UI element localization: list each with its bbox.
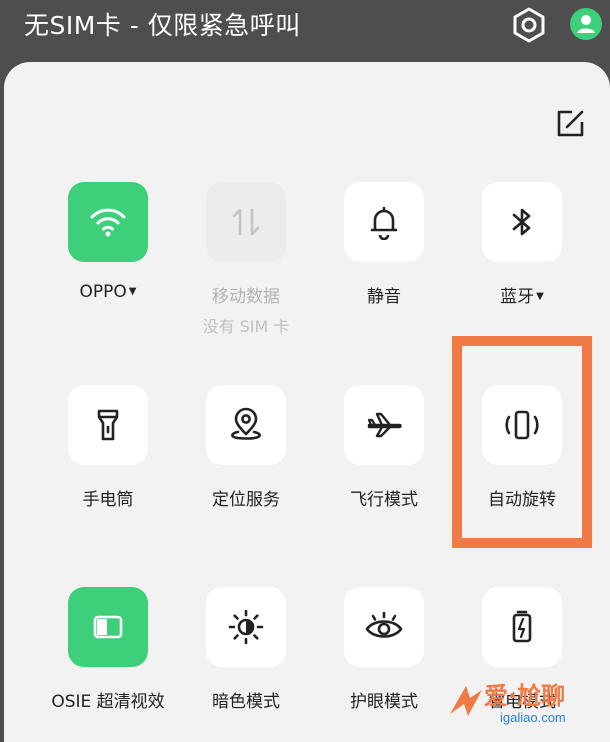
dark-mode-toggle[interactable] [206,587,286,667]
tile-label: 静音 [367,287,401,307]
tile-label: 移动数据 [212,287,280,307]
tile-location[interactable]: 定位服务 [176,385,316,535]
tile-label: 手电筒 [82,490,134,510]
edit-icon[interactable] [552,106,588,142]
dropdown-caret-icon[interactable]: ▼ [536,291,544,302]
osie-toggle[interactable] [68,587,148,667]
tile-label: 护眼模式 [350,692,418,712]
tile-mobile-data[interactable]: 移动数据 没有 SIM 卡 [176,182,316,336]
airplane-toggle[interactable] [344,385,424,465]
wifi-icon [90,208,126,237]
bell-icon [370,206,398,240]
airplane-icon [367,412,402,438]
tile-mute[interactable]: 静音 [314,182,454,332]
mute-toggle[interactable] [344,182,424,262]
gear-icon[interactable] [510,6,548,44]
wifi-toggle[interactable] [68,182,148,262]
watermark-logo-icon [450,686,482,716]
flashlight-icon [97,409,119,441]
tile-osie[interactable]: OSIE 超清视效 [38,587,178,737]
mobile-data-toggle[interactable] [206,182,286,262]
osie-icon [93,615,123,639]
bluetooth-icon [512,208,531,236]
watermark-url: igaliao.com [500,710,566,725]
flashlight-toggle[interactable] [68,385,148,465]
tile-label: OPPO ▼ [79,282,137,302]
battery-saver-toggle[interactable] [482,587,562,667]
battery-saver-icon [512,610,532,643]
avatar-icon[interactable] [570,8,602,40]
tile-bluetooth[interactable]: 蓝牙 ▼ [452,182,592,332]
dropdown-caret-icon[interactable]: ▼ [129,286,137,297]
tile-label: OSIE 超清视效 [51,692,165,712]
bluetooth-toggle[interactable] [482,182,562,262]
tile-label: 飞行模式 [350,490,418,510]
location-icon [231,407,261,440]
tile-eye-comfort[interactable]: 护眼模式 [314,587,454,737]
carrier-status-text: 无SIM卡 - 仅限紧急呼叫 [24,11,301,40]
tile-flashlight[interactable]: 手电筒 [38,385,178,535]
status-bar: 无SIM卡 - 仅限紧急呼叫 [0,0,610,58]
tile-label: 暗色模式 [212,692,280,712]
tile-sublabel: 没有 SIM 卡 [202,317,290,336]
location-toggle[interactable] [206,385,286,465]
tile-airplane[interactable]: 飞行模式 [314,385,454,535]
dark-mode-icon [228,609,264,645]
tile-label: 蓝牙 ▼ [500,287,544,307]
watermark: 爱·尬聊 igaliao.com [444,676,610,728]
watermark-text: 爱·尬聊 [484,682,566,710]
tile-label: 定位服务 [212,490,280,510]
tile-dark-mode[interactable]: 暗色模式 [176,587,316,737]
data-arrows-icon [232,208,260,236]
eye-comfort-toggle[interactable] [344,587,424,667]
tile-wifi[interactable]: OPPO ▼ [38,182,178,332]
eye-icon [365,611,403,638]
highlight-frame [452,336,592,548]
